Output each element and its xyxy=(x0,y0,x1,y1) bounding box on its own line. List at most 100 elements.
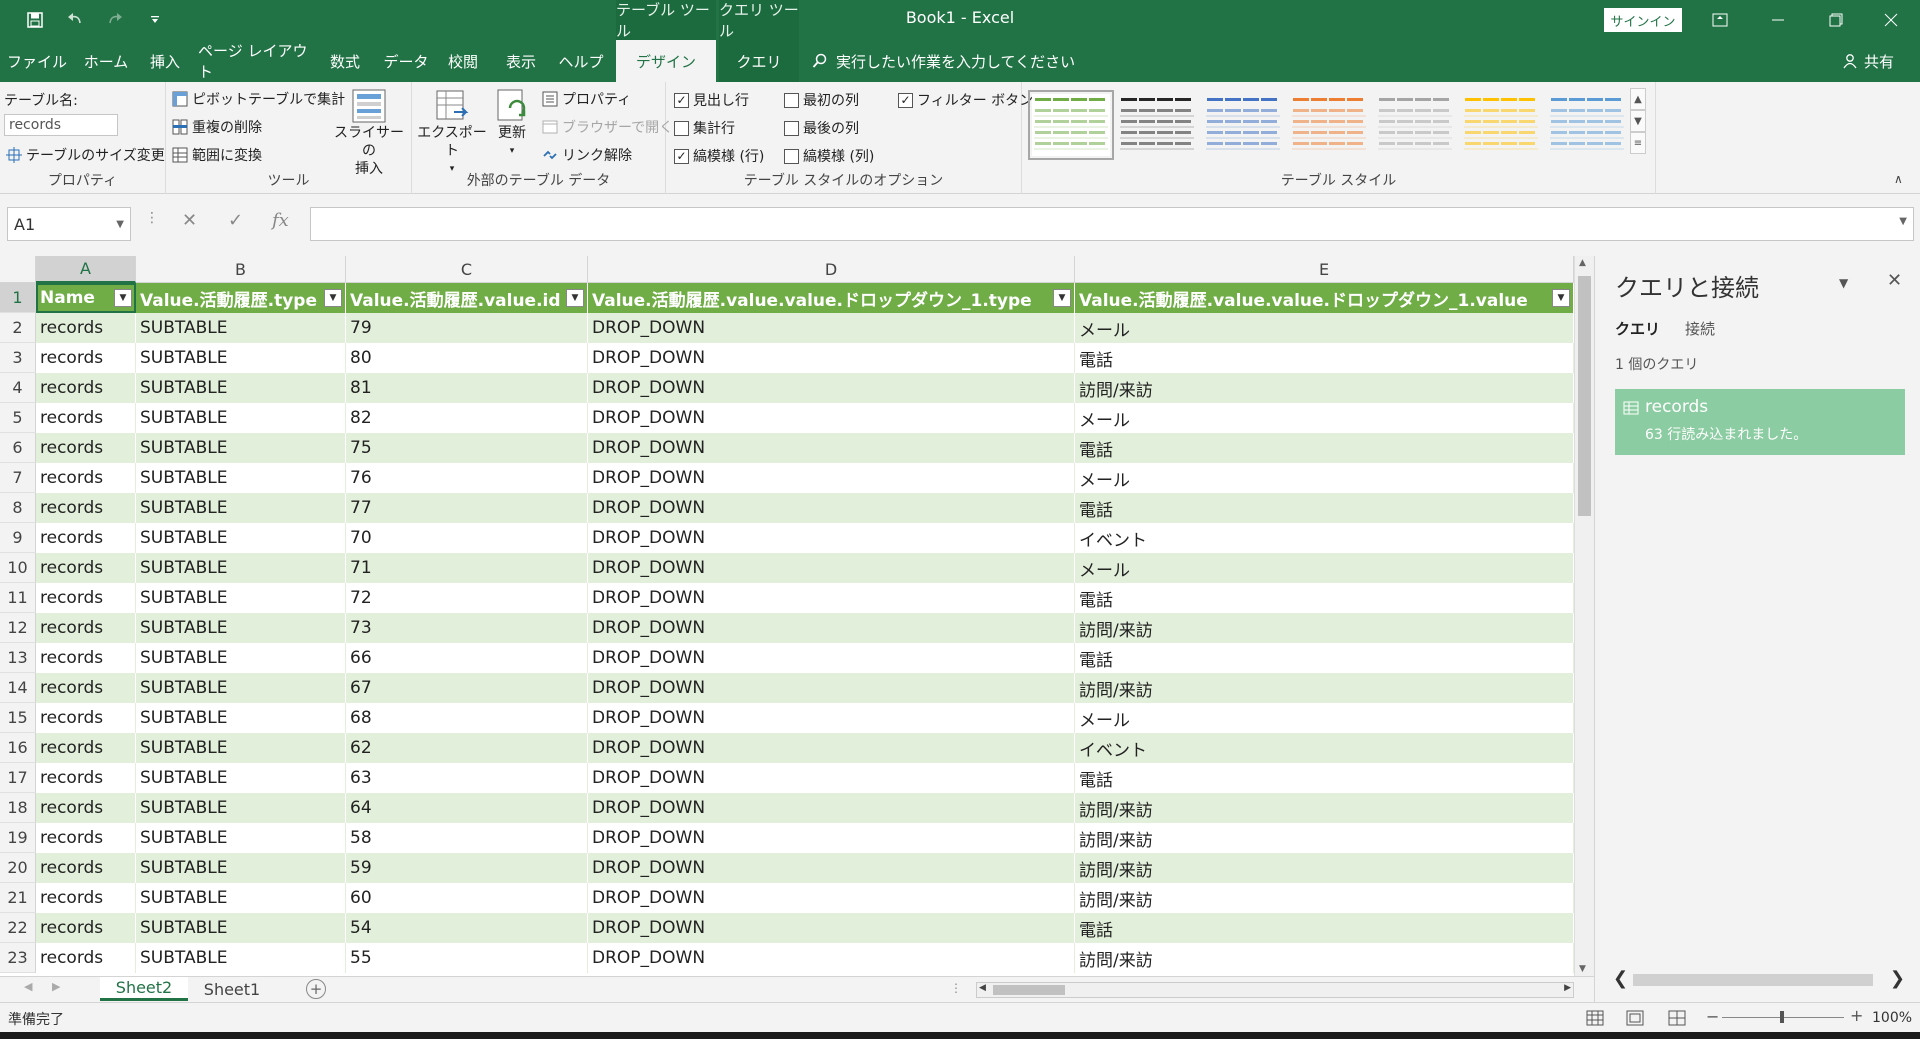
cell-dropdown-value[interactable]: 電話 xyxy=(1075,493,1574,523)
row-header[interactable]: 6 xyxy=(0,433,36,463)
cell-dropdown-type[interactable]: DROP_DOWN xyxy=(588,643,1075,673)
cell-dropdown-value[interactable]: メール xyxy=(1075,313,1574,343)
cell-id[interactable]: 54 xyxy=(346,913,588,943)
page-break-view-icon[interactable] xyxy=(1668,1010,1686,1030)
cell-dropdown-value[interactable]: 訪問/来訪 xyxy=(1075,373,1574,403)
cell-name[interactable]: records xyxy=(36,643,136,673)
gallery-down-icon[interactable]: ▼ xyxy=(1630,110,1646,132)
row-header[interactable]: 20 xyxy=(0,853,36,883)
resize-table-button[interactable]: テーブルのサイズ変更 xyxy=(6,145,165,165)
minimize-icon[interactable] xyxy=(1749,0,1807,40)
scroll-up-icon[interactable]: ▲ xyxy=(1579,258,1586,268)
row-header[interactable]: 5 xyxy=(0,403,36,433)
cell-name[interactable]: records xyxy=(36,583,136,613)
prev-sheet-icon[interactable]: ◀ xyxy=(24,980,32,993)
cell-id[interactable]: 72 xyxy=(346,583,588,613)
cell-id[interactable]: 55 xyxy=(346,943,588,973)
query-item-records[interactable]: records 63 行読み込まれました。 xyxy=(1615,389,1905,455)
cell-type[interactable]: SUBTABLE xyxy=(136,343,346,373)
header-cell-id[interactable]: Value.活動履歴.value.id ▼ xyxy=(346,283,588,313)
cell-dropdown-type[interactable]: DROP_DOWN xyxy=(588,763,1075,793)
cell-name[interactable]: records xyxy=(36,733,136,763)
collapse-ribbon-icon[interactable]: ∧ xyxy=(1894,172,1903,186)
cell-dropdown-value[interactable]: 電話 xyxy=(1075,763,1574,793)
cell-type[interactable]: SUBTABLE xyxy=(136,463,346,493)
pane-options-icon[interactable]: ▼ xyxy=(1839,276,1848,290)
cell-name[interactable]: records xyxy=(36,313,136,343)
enter-formula-icon[interactable]: ✓ xyxy=(228,210,243,231)
next-sheet-icon[interactable]: ▶ xyxy=(52,980,60,993)
sheet-tab-sheet2[interactable]: Sheet2 xyxy=(100,977,188,1001)
normal-view-icon[interactable] xyxy=(1586,1010,1604,1030)
cell-name[interactable]: records xyxy=(36,823,136,853)
cell-name[interactable]: records xyxy=(36,523,136,553)
row-header[interactable]: 12 xyxy=(0,613,36,643)
row-header[interactable]: 2 xyxy=(0,313,36,343)
cell-name[interactable]: records xyxy=(36,433,136,463)
cell-dropdown-value[interactable]: メール xyxy=(1075,403,1574,433)
cell-name[interactable]: records xyxy=(36,493,136,523)
horizontal-scrollbar[interactable]: ◀ ▶ xyxy=(976,982,1574,998)
tab-file[interactable]: ファイル xyxy=(6,40,68,82)
save-icon[interactable] xyxy=(22,8,48,32)
refresh-button[interactable]: 更新 ▾ xyxy=(490,88,534,160)
tab-connections[interactable]: 接続 xyxy=(1685,318,1715,339)
first-column-checkbox[interactable]: 最初の列 xyxy=(784,90,859,110)
vertical-scrollbar[interactable]: ▲ ▼ xyxy=(1574,256,1594,976)
cell-type[interactable]: SUBTABLE xyxy=(136,433,346,463)
cell-type[interactable]: SUBTABLE xyxy=(136,493,346,523)
cell-type[interactable]: SUBTABLE xyxy=(136,553,346,583)
cell-dropdown-type[interactable]: DROP_DOWN xyxy=(588,853,1075,883)
row-header[interactable]: 4 xyxy=(0,373,36,403)
cell-dropdown-value[interactable]: 訪問/来訪 xyxy=(1075,853,1574,883)
cell-id[interactable]: 67 xyxy=(346,673,588,703)
cell-type[interactable]: SUBTABLE xyxy=(136,523,346,553)
cell-id[interactable]: 73 xyxy=(346,613,588,643)
header-row-checkbox[interactable]: ✓ 見出し行 xyxy=(674,90,749,110)
cell-type[interactable]: SUBTABLE xyxy=(136,793,346,823)
table-style-thumbnail[interactable] xyxy=(1376,94,1454,156)
tab-help[interactable]: ヘルプ xyxy=(554,40,608,82)
signin-button[interactable]: サインイン xyxy=(1604,8,1682,32)
cell-dropdown-type[interactable]: DROP_DOWN xyxy=(588,883,1075,913)
add-sheet-icon[interactable]: + xyxy=(306,979,326,999)
pane-horizontal-scrollbar[interactable]: ❮ ❯ xyxy=(1609,968,1909,992)
cell-name[interactable]: records xyxy=(36,343,136,373)
close-pane-icon[interactable]: ✕ xyxy=(1887,270,1902,291)
table-style-thumbnail[interactable] xyxy=(1204,94,1282,156)
cell-dropdown-type[interactable]: DROP_DOWN xyxy=(588,433,1075,463)
cell-dropdown-type[interactable]: DROP_DOWN xyxy=(588,793,1075,823)
column-header-a[interactable]: A xyxy=(36,256,136,283)
tab-home[interactable]: ホーム xyxy=(76,40,136,82)
filter-dropdown-icon[interactable]: ▼ xyxy=(324,289,342,307)
pane-scroll-right-icon[interactable]: ❯ xyxy=(1890,968,1905,989)
page-layout-view-icon[interactable] xyxy=(1626,1010,1644,1030)
tab-view[interactable]: 表示 xyxy=(494,40,548,82)
table-properties-button[interactable]: プロパティ xyxy=(542,89,631,109)
filter-dropdown-icon[interactable]: ▼ xyxy=(114,289,132,307)
cell-type[interactable]: SUBTABLE xyxy=(136,913,346,943)
cell-name[interactable]: records xyxy=(36,613,136,643)
cell-dropdown-value[interactable]: 電話 xyxy=(1075,643,1574,673)
row-header[interactable]: 18 xyxy=(0,793,36,823)
cell-id[interactable]: 64 xyxy=(346,793,588,823)
remove-duplicates-button[interactable]: 重複の削除 xyxy=(172,117,262,137)
tab-data[interactable]: データ xyxy=(378,40,434,82)
worksheet-grid[interactable]: A B C D E 1 Name ▼ Value.活動履歴.type ▼ Val… xyxy=(0,256,1574,976)
cell-name[interactable]: records xyxy=(36,673,136,703)
cell-type[interactable]: SUBTABLE xyxy=(136,733,346,763)
cell-type[interactable]: SUBTABLE xyxy=(136,943,346,973)
tab-formulas[interactable]: 数式 xyxy=(318,40,372,82)
insert-function-icon[interactable]: fx xyxy=(272,210,289,231)
cell-type[interactable]: SUBTABLE xyxy=(136,883,346,913)
sheet-tab-sheet1[interactable]: Sheet1 xyxy=(190,977,274,1001)
cell-id[interactable]: 82 xyxy=(346,403,588,433)
table-style-thumbnail[interactable] xyxy=(1548,94,1626,156)
cancel-formula-icon[interactable]: ✕ xyxy=(182,210,197,231)
close-icon[interactable] xyxy=(1862,0,1920,40)
cell-dropdown-value[interactable]: メール xyxy=(1075,703,1574,733)
column-header-d[interactable]: D xyxy=(588,256,1075,283)
total-row-checkbox[interactable]: 集計行 xyxy=(674,118,735,138)
scroll-left-icon[interactable]: ◀ xyxy=(979,983,986,993)
cell-dropdown-value[interactable]: 電話 xyxy=(1075,343,1574,373)
